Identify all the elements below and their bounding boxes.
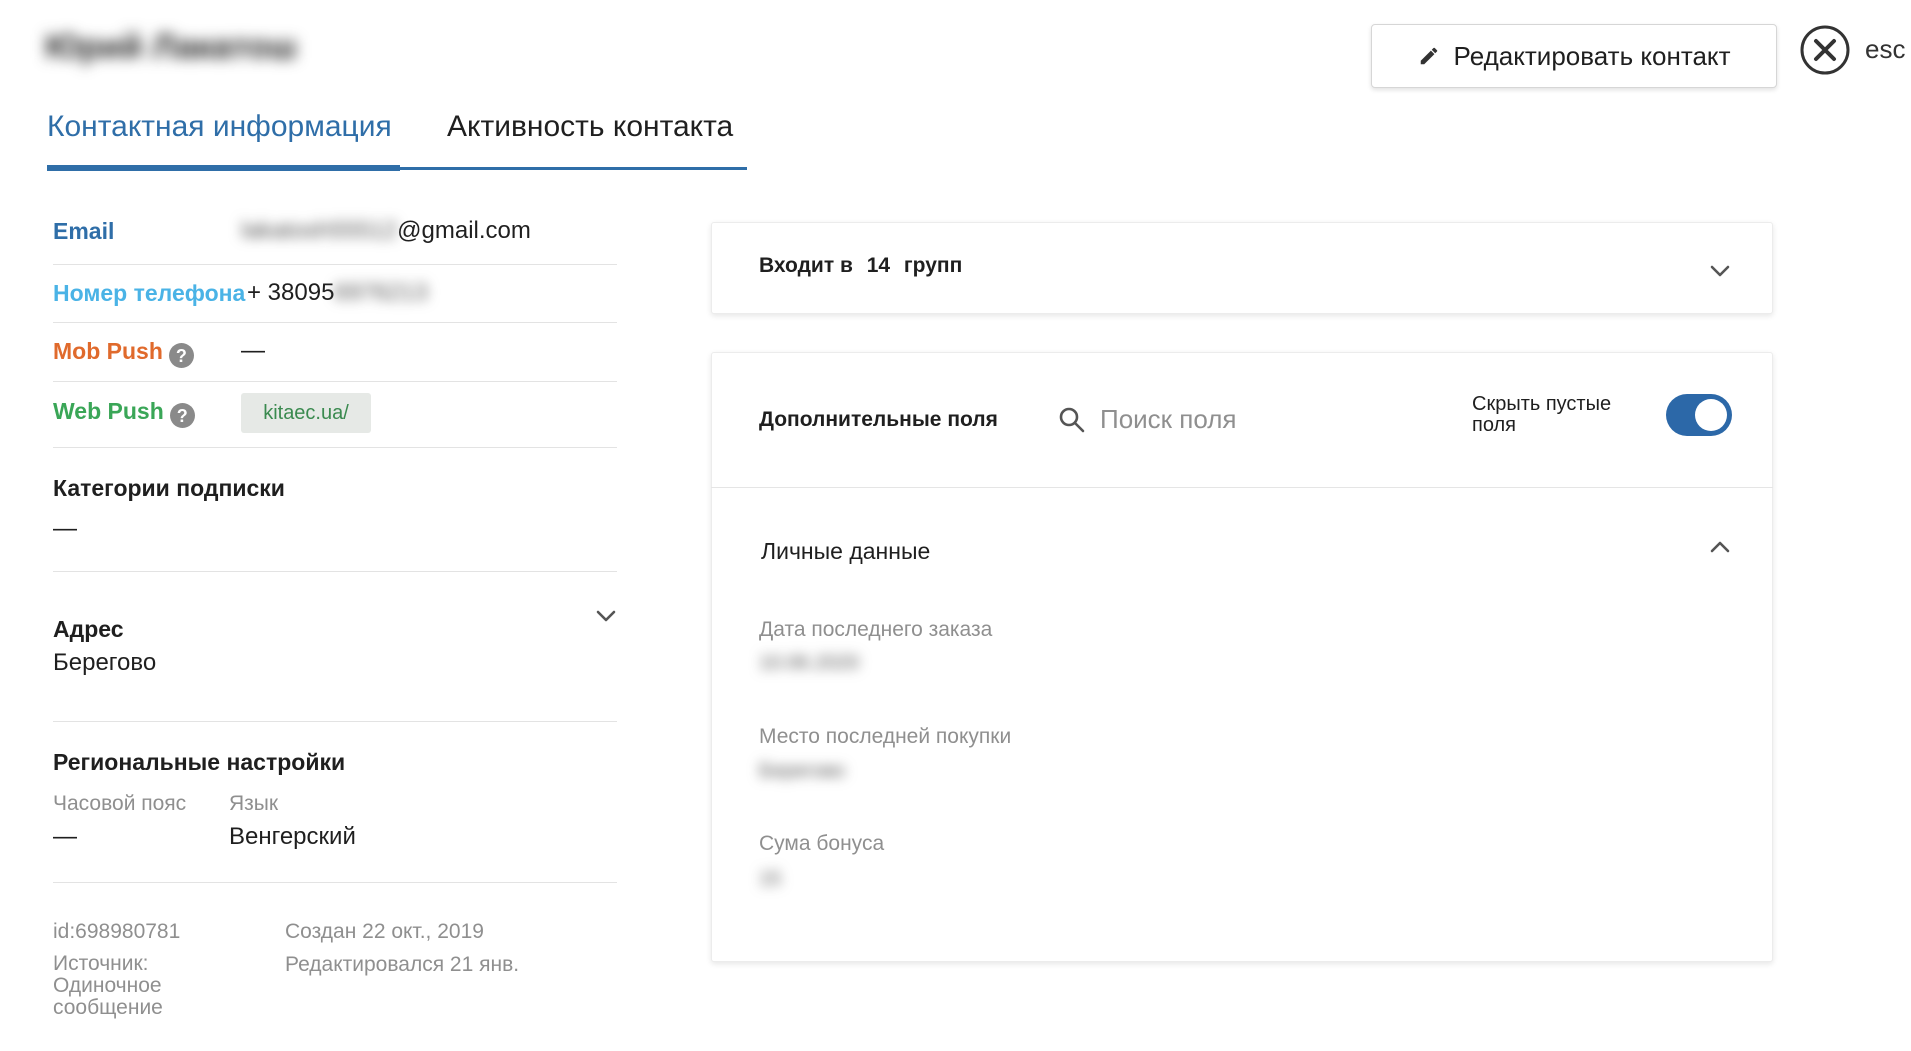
- chevron-down-icon[interactable]: [596, 609, 616, 623]
- source-value-line2: сообщение: [53, 996, 163, 1019]
- regional-settings-title: Региональные настройки: [53, 749, 346, 775]
- phone-value[interactable]: + 380956976213: [247, 279, 428, 307]
- help-icon[interactable]: ?: [168, 343, 194, 368]
- language-value: Венгерский: [229, 823, 356, 850]
- phone-label: Номер телефона: [53, 280, 246, 306]
- web-push-site-chip[interactable]: kitaec.ua/: [241, 393, 371, 433]
- divider: [711, 487, 1773, 488]
- tab-contact-activity[interactable]: Активность контакта: [447, 110, 733, 144]
- groups-suffix: групп: [903, 254, 963, 277]
- email-value[interactable]: lakatosh55512@gmail.com: [241, 217, 531, 245]
- divider: [53, 381, 617, 382]
- toggle-knob: [1695, 399, 1727, 431]
- phone-prefix: + 38095: [247, 279, 335, 306]
- additional-fields-card: [711, 352, 1773, 962]
- address-title: Адрес: [53, 616, 124, 642]
- mob-push-label: Mob Push?: [53, 338, 194, 368]
- tab-contact-info[interactable]: Контактная информация: [47, 110, 392, 144]
- email-hidden-part: lakatosh55512: [241, 217, 398, 244]
- chevron-up-icon[interactable]: [1710, 540, 1730, 554]
- field-value: 10.06.2020: [759, 652, 860, 674]
- web-push-label: Web Push?: [53, 398, 195, 428]
- edit-contact-button[interactable]: Редактировать контакт: [1371, 24, 1777, 88]
- esc-hint: esc: [1865, 34, 1906, 64]
- email-label: Email: [53, 218, 115, 244]
- hide-empty-line2: поля: [1472, 414, 1517, 436]
- subscription-categories-title: Категории подписки: [53, 475, 285, 501]
- field-label: Место последней покупки: [759, 725, 1012, 748]
- divider: [53, 322, 617, 323]
- hide-empty-line1: Скрыть пустые: [1472, 393, 1612, 415]
- groups-count: 14: [866, 254, 891, 277]
- edit-contact-label: Редактировать контакт: [1453, 40, 1731, 71]
- field-search-input[interactable]: Поиск поля: [1100, 404, 1380, 440]
- field-value: Берегово: [759, 760, 845, 782]
- field-label: Дата последнего заказа: [759, 618, 993, 641]
- source-label: Источник:: [53, 952, 149, 975]
- contact-id: id:698980781: [53, 920, 181, 943]
- active-tab-indicator: [47, 165, 400, 171]
- close-icon: [1800, 25, 1850, 75]
- field-value: 15: [759, 868, 782, 890]
- edited-date: Редактировался 21 янв.: [285, 953, 520, 976]
- divider: [53, 721, 617, 722]
- divider: [53, 264, 617, 265]
- subscription-categories-value: —: [53, 515, 77, 542]
- divider: [53, 882, 617, 883]
- mob-push-label-text: Mob Push: [53, 338, 163, 364]
- divider: [53, 447, 617, 448]
- timezone-value: —: [53, 823, 77, 850]
- close-button[interactable]: [1799, 24, 1851, 76]
- phone-hidden-part: 6976213: [334, 279, 428, 306]
- address-value: Берегово: [53, 649, 157, 676]
- hide-empty-label: Скрыть пустые поля: [1472, 394, 1611, 436]
- field-search-placeholder: Поиск поля: [1100, 404, 1237, 434]
- source-value-line1: Одиночное: [53, 974, 162, 997]
- pencil-icon: [1420, 47, 1437, 65]
- hide-empty-toggle[interactable]: [1666, 394, 1732, 436]
- created-date: Создан 22 окт., 2019: [285, 920, 484, 943]
- groups-prefix: Входит в: [759, 254, 853, 277]
- search-icon: [1059, 407, 1085, 433]
- divider: [53, 571, 617, 572]
- language-label: Язык: [229, 792, 279, 815]
- contact-source: Источник: Одиночное сообщение: [53, 953, 163, 1019]
- email-domain: @gmail.com: [397, 217, 531, 244]
- groups-summary: Входит в 14 групп: [759, 254, 962, 278]
- personal-data-section-title: Личные данные: [761, 538, 931, 564]
- field-label: Сума бонуса: [759, 832, 885, 855]
- timezone-label: Часовой пояс: [53, 792, 187, 815]
- contact-name: Юрий Лакатош: [45, 28, 297, 66]
- web-push-label-text: Web Push: [53, 398, 164, 424]
- help-icon[interactable]: ?: [169, 403, 195, 428]
- chevron-down-icon[interactable]: [1710, 264, 1730, 278]
- mob-push-value: —: [241, 337, 265, 364]
- additional-fields-title: Дополнительные поля: [759, 408, 998, 431]
